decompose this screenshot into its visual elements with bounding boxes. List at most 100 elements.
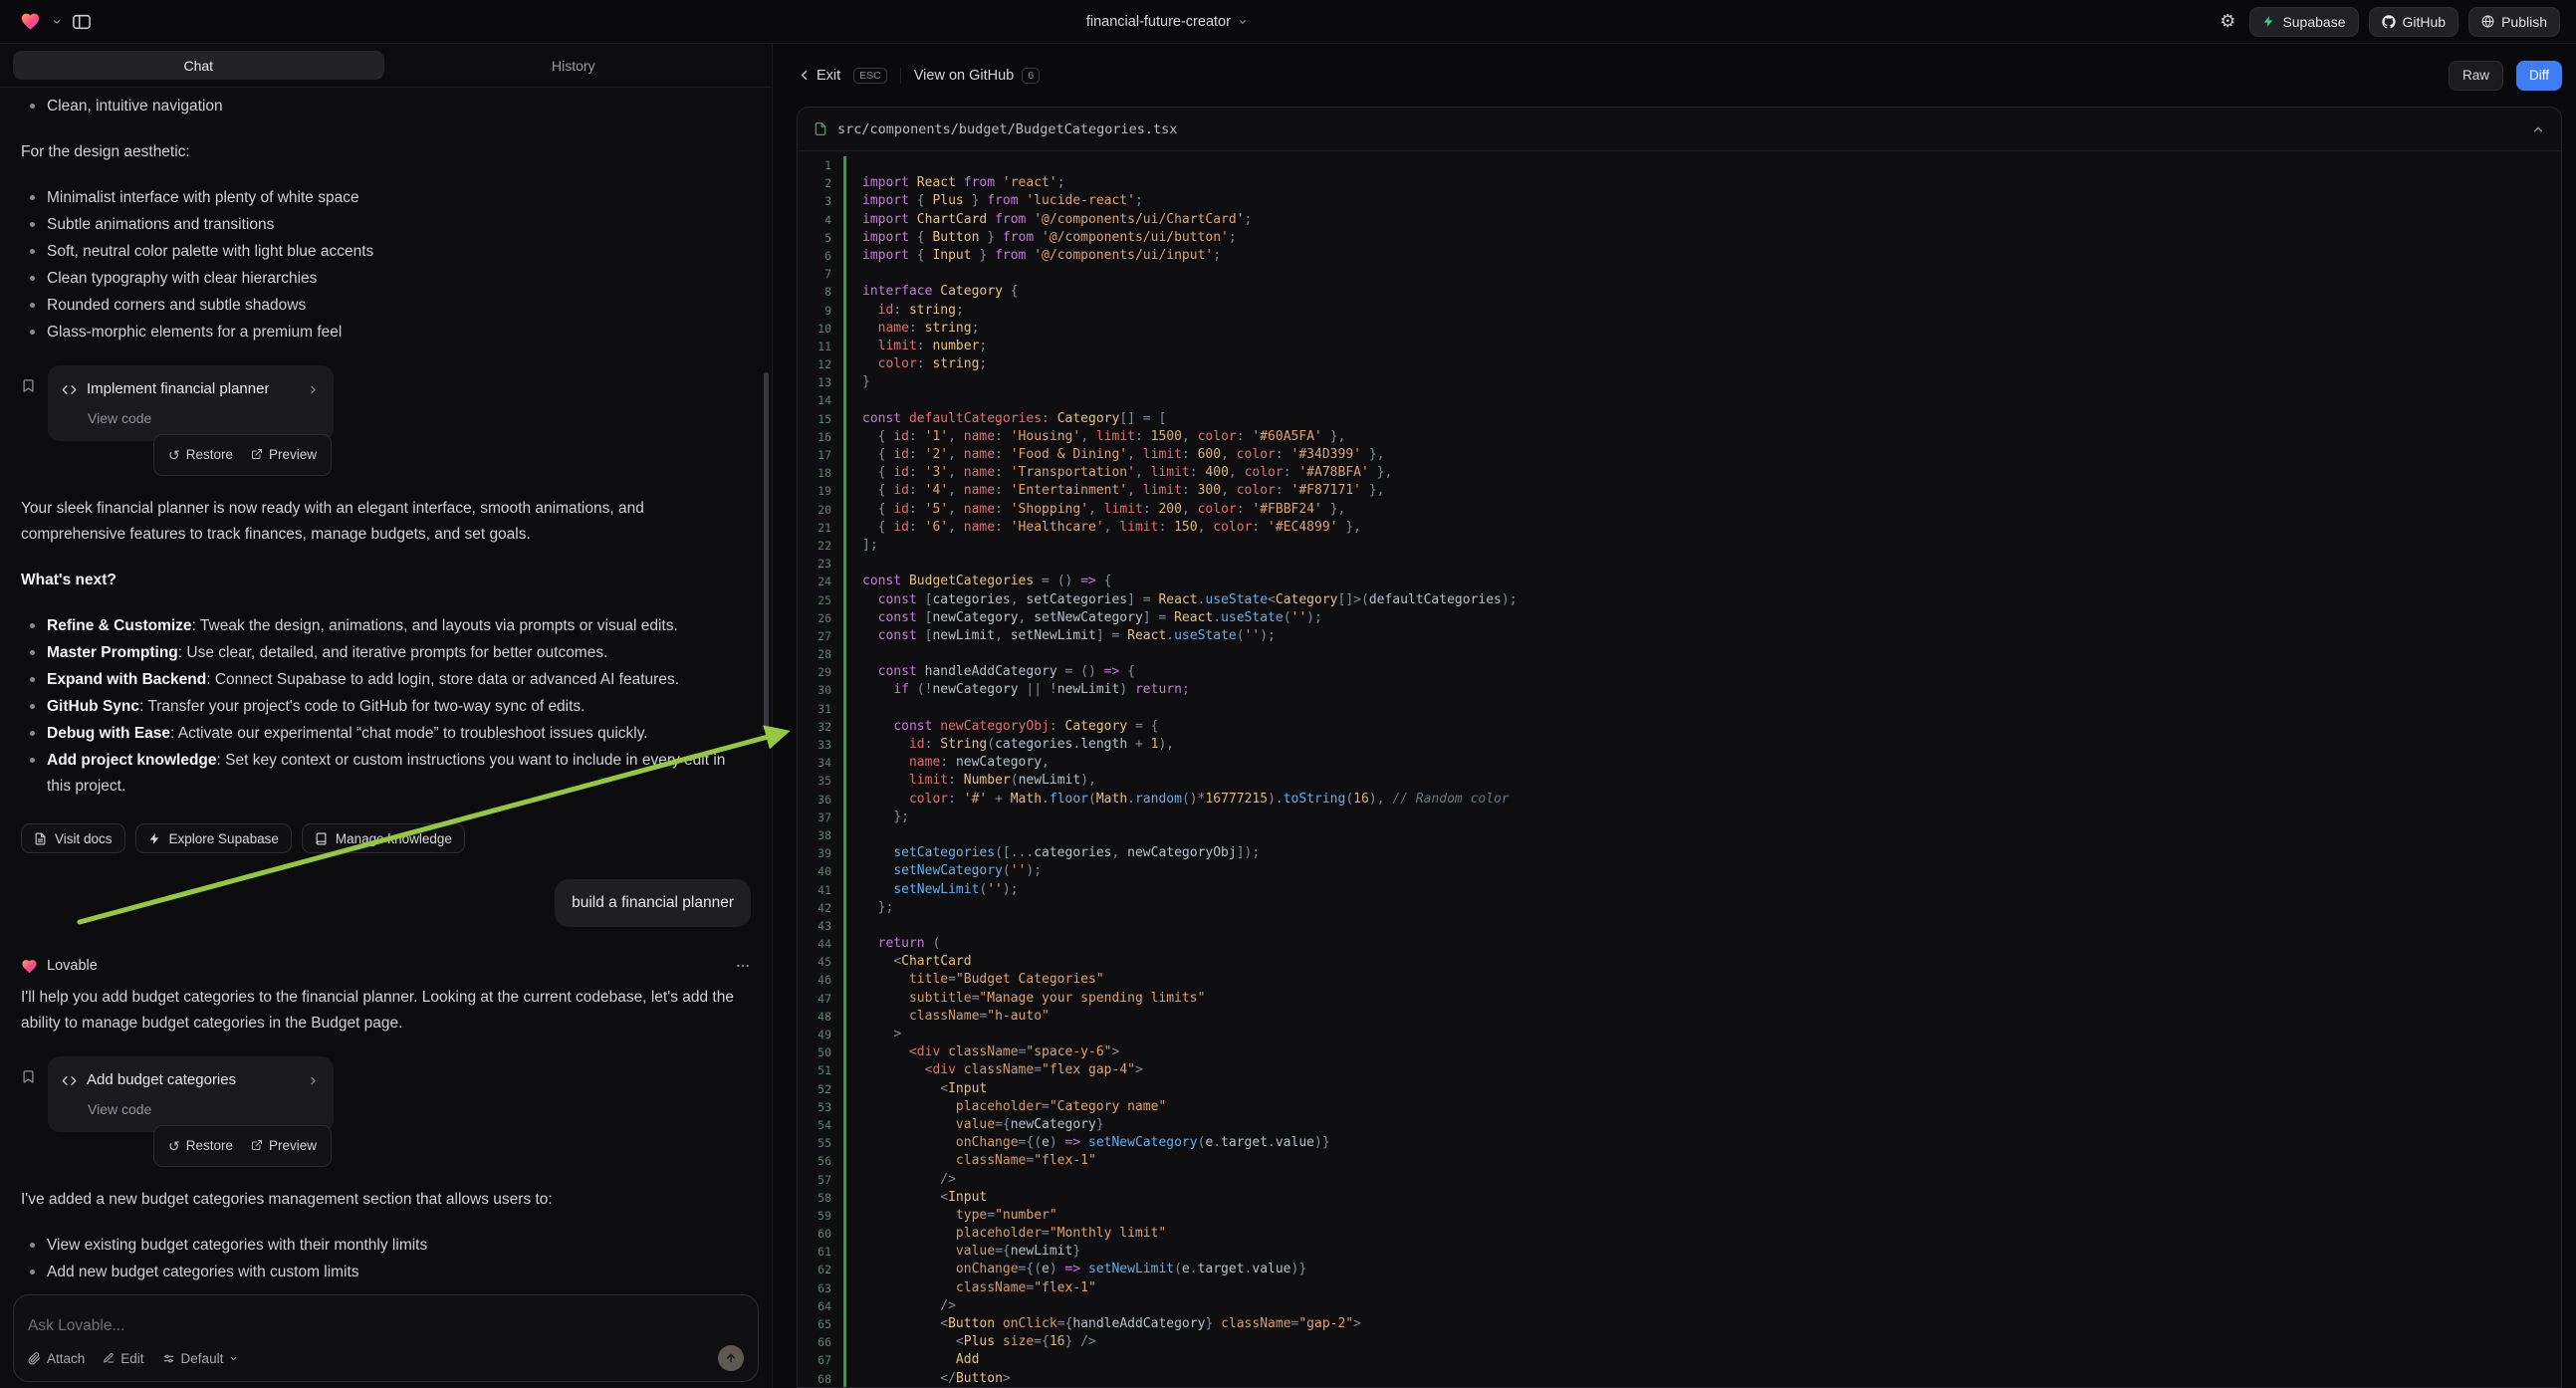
sidebar-toggle-icon[interactable] — [73, 14, 91, 30]
edit-card-toolbar: ↺ Restore Preview — [153, 1125, 332, 1167]
line-number: 57 — [798, 1171, 843, 1189]
edit-mode-button[interactable]: Edit — [103, 1351, 143, 1366]
code-text — [846, 156, 870, 174]
line-number: 35 — [798, 772, 843, 790]
code-line: 64 /> — [798, 1297, 2561, 1315]
preview-button[interactable]: Preview — [243, 439, 325, 471]
raw-toggle-button[interactable]: Raw — [2449, 61, 2503, 91]
code-text: limit: Number(newLimit), — [846, 772, 1096, 790]
code-text: onChange={(e) => setNewLimit(e.target.va… — [846, 1261, 1306, 1278]
bullet-icon — [30, 222, 35, 227]
line-number: 36 — [798, 791, 843, 809]
line-number: 42 — [798, 899, 843, 917]
code-line: 56 className="flex-1" — [798, 1152, 2561, 1170]
view-code-link[interactable]: View code — [88, 1096, 151, 1122]
line-number: 31 — [798, 700, 843, 718]
bullet-list: Clean, intuitive navigation — [21, 94, 751, 119]
view-on-github-link[interactable]: View on GitHub 6 — [914, 68, 1040, 84]
code-text: <Input — [846, 1080, 987, 1098]
edit-card-add-budget-categories[interactable]: Add budget categories View code — [48, 1056, 334, 1132]
code-line: 32 const newCategoryObj: Category = { — [798, 718, 2561, 736]
assistant-paragraph: I've added a new budget categories manag… — [21, 1187, 751, 1213]
chat-tabbar: Chat History — [0, 44, 772, 88]
line-number: 23 — [798, 555, 843, 573]
view-code-link[interactable]: View code — [88, 405, 151, 431]
more-options-icon[interactable] — [735, 958, 751, 974]
code-text: </Button> — [846, 1370, 1011, 1387]
code-text — [846, 555, 870, 573]
edit-card-implement-planner[interactable]: Implement financial planner View code — [48, 365, 334, 441]
code-text: <div className="flex gap-4"> — [846, 1061, 1143, 1079]
list-item: Add project knowledge: Set key context o… — [21, 748, 751, 800]
lovable-logo-icon[interactable] — [20, 11, 41, 32]
code-line: 54 value={newCategory} — [798, 1116, 2561, 1134]
chat-scrollbar[interactable] — [764, 372, 769, 731]
chat-input[interactable] — [28, 1307, 744, 1345]
attach-button[interactable]: Attach — [28, 1351, 85, 1366]
mode-selector[interactable]: Default — [162, 1351, 239, 1366]
bullet-icon — [30, 758, 35, 763]
publish-button[interactable]: Publish — [2468, 7, 2560, 37]
view-on-github-label: View on GitHub — [914, 68, 1014, 84]
code-line: 6import { Input } from '@/components/ui/… — [798, 247, 2561, 265]
project-switcher[interactable]: financial-future-creator — [1086, 14, 1248, 30]
code-text: { id: '4', name: 'Entertainment', limit:… — [846, 482, 1384, 500]
github-icon — [2382, 15, 2396, 29]
mode-label: Default — [181, 1351, 224, 1366]
supabase-button[interactable]: Supabase — [2249, 7, 2358, 37]
manage-knowledge-button[interactable]: Manage knowledge — [302, 823, 465, 853]
visit-docs-button[interactable]: Visit docs — [21, 823, 125, 853]
project-name: financial-future-creator — [1086, 14, 1231, 30]
diff-toggle-button[interactable]: Diff — [2516, 61, 2562, 91]
supabase-button-label: Supabase — [2282, 14, 2345, 30]
code-line: 22]; — [798, 537, 2561, 555]
chevron-up-icon[interactable] — [2531, 122, 2545, 136]
preview-button-label: Preview — [269, 1133, 317, 1159]
code-line: 25 const [categories, setCategories] = R… — [798, 591, 2561, 609]
line-number: 7 — [798, 265, 843, 283]
bullet-icon — [30, 276, 35, 281]
line-number: 56 — [798, 1152, 843, 1170]
restore-button[interactable]: ↺ Restore — [160, 1130, 241, 1162]
explore-supabase-button[interactable]: Explore Supabase — [135, 823, 292, 853]
restore-button-label: Restore — [186, 442, 233, 468]
code-text: <Plus size={16} /> — [846, 1333, 1096, 1351]
code-line: 30 if (!newCategory || !newLimit) return… — [798, 681, 2561, 699]
document-icon — [34, 832, 47, 845]
list-item: GitHub Sync: Transfer your project's cod… — [21, 694, 751, 720]
file-header[interactable]: src/components/budget/BudgetCategories.t… — [798, 108, 2561, 151]
tab-history[interactable]: History — [388, 51, 760, 80]
send-button[interactable] — [718, 1345, 744, 1371]
bookmark-icon[interactable] — [21, 378, 36, 393]
chevron-down-icon[interactable] — [52, 17, 62, 27]
edit-card-toolbar: ↺ Restore Preview — [153, 434, 332, 476]
preview-button[interactable]: Preview — [243, 1130, 325, 1162]
line-number: 15 — [798, 410, 843, 428]
line-number: 62 — [798, 1261, 843, 1278]
github-button[interactable]: GitHub — [2369, 7, 2459, 37]
code-card: src/components/budget/BudgetCategories.t… — [797, 107, 2562, 1388]
list-item-text: Refine & Customize: Tweak the design, an… — [47, 613, 678, 639]
line-number: 12 — [798, 355, 843, 373]
tab-chat[interactable]: Chat — [13, 51, 384, 80]
code-text: const [categories, setCategories] = Reac… — [846, 591, 1518, 609]
code-editor[interactable]: 1 2import React from 'react';3import { P… — [798, 151, 2561, 1387]
line-number: 1 — [798, 156, 843, 174]
code-line: 1 — [798, 156, 2561, 174]
line-number: 40 — [798, 862, 843, 880]
code-text: }; — [846, 899, 893, 917]
line-number: 61 — [798, 1243, 843, 1261]
settings-gear-icon[interactable]: ⚙ — [2220, 11, 2235, 32]
exit-button[interactable]: Exit — [797, 68, 840, 84]
code-line: 59 type="number" — [798, 1207, 2561, 1225]
code-line: 24const BudgetCategories = () => { — [798, 573, 2561, 590]
code-line: 49 > — [798, 1026, 2561, 1043]
code-line: 51 <div className="flex gap-4"> — [798, 1061, 2561, 1079]
restore-button[interactable]: ↺ Restore — [160, 439, 241, 471]
bookmark-icon[interactable] — [21, 1069, 36, 1084]
code-text: { id: '6', name: 'Healthcare', limit: 15… — [846, 519, 1361, 537]
chat-message-list[interactable]: Clean, intuitive navigation For the desi… — [0, 88, 772, 1286]
line-number: 3 — [798, 192, 843, 210]
file-icon — [814, 121, 827, 136]
code-line: 19 { id: '4', name: 'Entertainment', lim… — [798, 482, 2561, 500]
